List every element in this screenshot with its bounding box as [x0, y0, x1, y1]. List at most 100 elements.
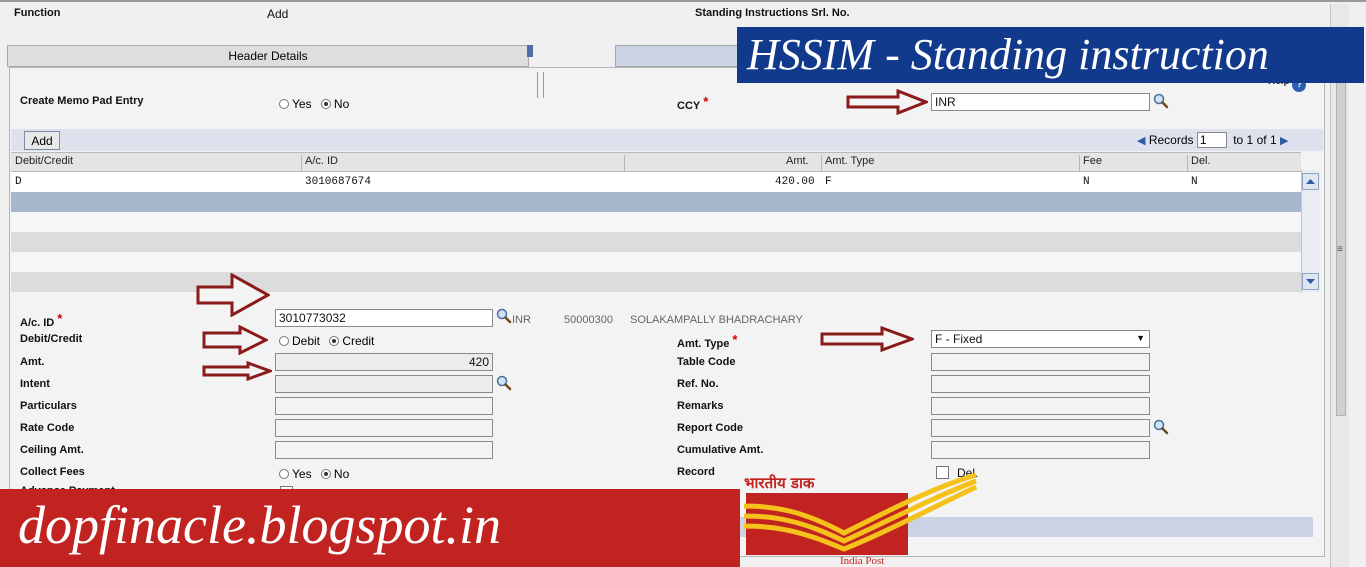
particulars-label: Particulars [20, 400, 77, 412]
grid-add-button[interactable]: Add [24, 131, 60, 150]
grid-header: Debit/Credit A/c. ID Amt. Amt. Type Fee … [11, 152, 1301, 173]
col-del[interactable]: Del. [1191, 155, 1211, 167]
collect-yes-radio[interactable] [279, 469, 289, 479]
col-amt[interactable]: Amt. [786, 155, 809, 167]
report-code-label: Report Code [677, 422, 743, 434]
cell-debit-credit: D [15, 176, 22, 188]
tab-divider-handle[interactable] [527, 45, 533, 57]
intent-search-icon[interactable] [495, 374, 513, 392]
ccy-search-icon[interactable] [1152, 92, 1170, 110]
table-row-empty[interactable] [11, 252, 1301, 272]
records-input[interactable] [1196, 132, 1227, 148]
record-label: Record [677, 466, 715, 478]
collect-yes-option[interactable]: Yes [279, 467, 312, 481]
records-total: 1 [1269, 133, 1277, 147]
cell-amt-type: F [825, 176, 832, 188]
amt-label: Amt. [20, 356, 45, 368]
table-row-empty[interactable] [11, 212, 1301, 232]
blog-banner: dopfinacle.blogspot.in [0, 489, 740, 567]
ac-ccy: INR [512, 314, 531, 326]
tab-header-details-label: Header Details [228, 49, 308, 63]
col-amt-type[interactable]: Amt. Type [825, 155, 874, 167]
function-value: Add [267, 7, 289, 21]
grid-scroll-down-icon[interactable] [1302, 273, 1319, 290]
grid-toolbar [11, 129, 1323, 151]
arrow-debit-credit-icon [202, 325, 268, 355]
intent-label: Intent [20, 378, 50, 390]
ac-id-input[interactable] [275, 309, 493, 327]
cumulative-amt-input[interactable] [931, 441, 1150, 459]
amt-type-select[interactable]: F - Fixed ▼ [931, 330, 1150, 348]
chevron-down-icon[interactable]: ▼ [1136, 333, 1145, 343]
amt-input[interactable] [275, 353, 493, 371]
table-row[interactable]: D 3010687674 420.00 F N N [11, 172, 1301, 192]
table-row-selected[interactable] [11, 192, 1301, 212]
debit-radio[interactable] [279, 336, 289, 346]
memo-no-radio[interactable] [320, 99, 331, 109]
ceiling-amt-input[interactable] [275, 441, 493, 459]
memo-no-option[interactable]: No [320, 97, 349, 111]
records-range-end: 1 [1246, 133, 1254, 147]
collect-no-option[interactable]: No [320, 467, 349, 481]
credit-option[interactable]: Credit [329, 334, 374, 348]
col-debit-credit[interactable]: Debit/Credit [15, 155, 73, 167]
arrow-ccy-icon [846, 89, 928, 115]
table-code-label: Table Code [677, 356, 736, 368]
ac-id-label: A/c. ID * [20, 311, 63, 329]
cell-del: N [1191, 176, 1198, 188]
india-post-logo: भारतीय डाक India Post [744, 473, 984, 567]
remarks-input[interactable] [931, 397, 1150, 415]
records-of-label: of [1256, 133, 1267, 147]
records-label: Records [1148, 133, 1194, 147]
function-label: Function [14, 7, 61, 19]
collect-no-radio[interactable] [320, 469, 331, 479]
title-banner: HSSIM - Standing instruction [737, 27, 1364, 83]
arrow-amt-icon [202, 361, 272, 381]
memo-pad-label: Create Memo Pad Entry [20, 95, 144, 107]
amt-type-value: F - Fixed [935, 332, 983, 346]
col-ac-id[interactable]: A/c. ID [305, 155, 338, 167]
ac-sol: 50000300 [564, 314, 613, 326]
records-next-icon[interactable]: ▶ [1280, 135, 1288, 147]
logo-yellow-swoosh-icon [744, 473, 978, 552]
table-code-input[interactable] [931, 353, 1150, 371]
debit-option[interactable]: Debit [279, 334, 320, 348]
records-nav: ◀ Records to 1 of 1 ▶ [1137, 132, 1288, 148]
logo-english-text: India Post [840, 555, 885, 567]
tab-header-details[interactable]: Header Details [7, 45, 529, 67]
report-code-input[interactable] [931, 419, 1150, 437]
collect-fees-label: Collect Fees [20, 466, 85, 478]
main-scrollbar[interactable]: ≡ [1330, 4, 1349, 567]
debit-credit-label: Debit/Credit [20, 333, 83, 345]
tab-secondary[interactable] [615, 45, 740, 67]
report-code-search-icon[interactable] [1152, 418, 1170, 436]
ccy-input[interactable] [931, 93, 1150, 111]
amt-type-label: Amt. Type * [677, 332, 738, 350]
ccy-label: CCY * [677, 94, 709, 112]
debit-credit-radio-group: Debit Credit [279, 334, 380, 348]
cell-amt: 420.00 [775, 176, 815, 188]
rate-code-input[interactable] [275, 419, 493, 437]
memo-yes-radio[interactable] [279, 99, 289, 109]
credit-radio[interactable] [329, 336, 340, 346]
particulars-input[interactable] [275, 397, 493, 415]
grid-scroll-up-icon[interactable] [1302, 173, 1319, 190]
arrow-ac-id-icon [196, 273, 270, 317]
cell-fee: N [1083, 176, 1090, 188]
ac-id-search-icon[interactable] [495, 307, 513, 325]
rate-code-label: Rate Code [20, 422, 75, 434]
panel-splitter[interactable] [537, 72, 544, 98]
intent-input[interactable] [275, 375, 493, 393]
ref-no-label: Ref. No. [677, 378, 719, 390]
ac-name: SOLAKAMPALLY BHADRACHARY [630, 314, 803, 326]
arrow-amt-type-icon [820, 326, 914, 352]
records-prev-icon[interactable]: ◀ [1137, 135, 1145, 147]
ref-no-input[interactable] [931, 375, 1150, 393]
col-fee[interactable]: Fee [1083, 155, 1102, 167]
scrollbar-thumb[interactable] [1336, 64, 1346, 416]
table-row-empty[interactable] [11, 232, 1301, 252]
cumulative-amt-label: Cumulative Amt. [677, 444, 764, 456]
memo-yes-option[interactable]: Yes [279, 97, 312, 111]
ceiling-amt-label: Ceiling Amt. [20, 444, 84, 456]
scrollbar-grip-icon: ≡ [1337, 244, 1343, 255]
